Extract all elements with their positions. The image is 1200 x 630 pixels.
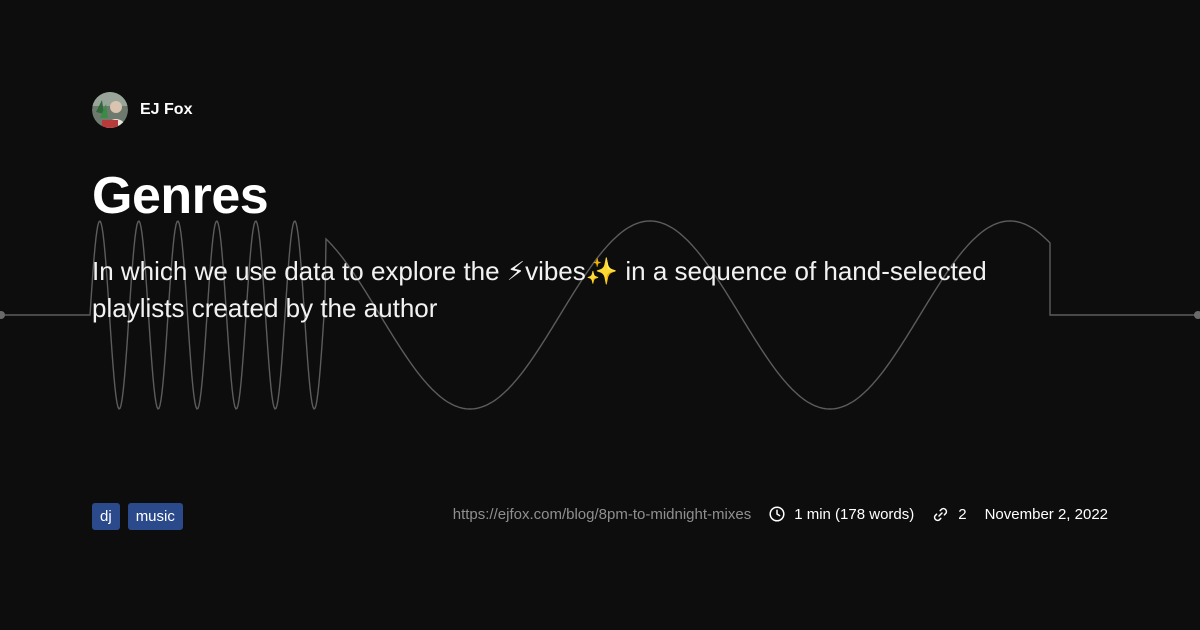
clock-icon <box>769 506 785 522</box>
tag-dj[interactable]: dj <box>92 503 120 530</box>
reading-time-text: 1 min (178 words) <box>794 505 915 523</box>
post-date: November 2, 2022 <box>984 505 1108 523</box>
links-count-text: 2 <box>958 505 967 523</box>
tag-music[interactable]: music <box>127 503 183 530</box>
links-count: 2 <box>932 505 967 523</box>
author-name[interactable]: EJ Fox <box>140 101 192 119</box>
post-title: Genres <box>92 167 269 225</box>
author-avatar[interactable] <box>92 92 128 128</box>
waveform-start-dot <box>0 311 5 319</box>
post-meta: https://ejfox.com/blog/8pm-to-midnight-m… <box>453 503 1108 525</box>
link-icon <box>934 507 948 521</box>
author-byline[interactable]: EJ Fox <box>92 92 192 128</box>
post-url[interactable]: https://ejfox.com/blog/8pm-to-midnight-m… <box>453 506 751 523</box>
tag-list: dj music <box>92 503 183 530</box>
reading-time: 1 min (178 words) <box>769 506 914 523</box>
waveform-end-dot <box>1194 311 1200 319</box>
post-description: In which we use data to explore the ⚡vib… <box>92 256 987 323</box>
